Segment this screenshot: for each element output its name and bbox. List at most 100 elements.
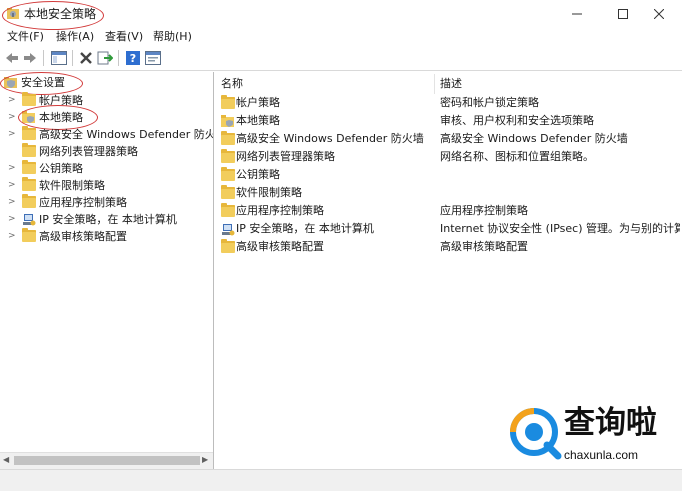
row-name: 公钥策略 bbox=[236, 168, 280, 181]
list-row[interactable]: 网络列表管理器策略 网络名称、图标和位置组策略。 bbox=[216, 148, 682, 166]
expand-chevron-icon[interactable]: > bbox=[8, 194, 16, 211]
policy-folder-icon bbox=[221, 115, 235, 127]
list-row[interactable]: 软件限制策略 bbox=[216, 184, 682, 202]
tree-item-advanced-audit[interactable]: > 高级审核策略配置 bbox=[0, 228, 210, 245]
properties-icon bbox=[145, 51, 161, 65]
row-name: 帐户策略 bbox=[236, 96, 280, 109]
row-name: 软件限制策略 bbox=[236, 186, 302, 199]
column-header-name[interactable]: 名称 bbox=[221, 76, 243, 92]
row-name: 高级审核策略配置 bbox=[236, 240, 324, 253]
status-bar bbox=[0, 469, 682, 491]
title-bar: 本地安全策略 bbox=[0, 0, 682, 30]
list-row[interactable]: 本地策略 审核、用户权利和安全选项策略 bbox=[216, 112, 682, 130]
tree-item-label: 应用程序控制策略 bbox=[39, 196, 127, 209]
menu-view[interactable]: 查看(V) bbox=[105, 29, 143, 45]
scroll-right-arrow-icon[interactable]: ▶ bbox=[202, 455, 208, 464]
scroll-left-arrow-icon[interactable]: ◀ bbox=[3, 455, 9, 464]
help-icon: ? bbox=[126, 51, 140, 65]
toolbar-separator bbox=[118, 50, 119, 66]
show-hide-tree-icon bbox=[51, 51, 67, 65]
annotation-circle bbox=[2, 1, 104, 30]
folder-icon bbox=[22, 194, 36, 208]
close-button[interactable] bbox=[636, 0, 682, 28]
tree-item-network-list-manager[interactable]: 网络列表管理器策略 bbox=[0, 143, 210, 160]
row-description: 密码和帐户锁定策略 bbox=[440, 96, 539, 109]
tree-item-public-key[interactable]: > 公钥策略 bbox=[0, 160, 210, 177]
show-hide-tree-button[interactable] bbox=[50, 49, 68, 67]
back-button[interactable] bbox=[3, 49, 21, 67]
folder-icon bbox=[22, 92, 36, 106]
forward-arrow-icon bbox=[24, 53, 36, 63]
row-name: 网络列表管理器策略 bbox=[236, 150, 335, 163]
list-row[interactable]: 高级审核策略配置 高级审核策略配置 bbox=[216, 238, 682, 256]
toolbar-separator bbox=[72, 50, 73, 66]
tree-item-label: 软件限制策略 bbox=[39, 179, 105, 192]
help-button[interactable]: ? bbox=[124, 49, 142, 67]
list-row[interactable]: 帐户策略 密码和帐户锁定策略 bbox=[216, 94, 682, 112]
tree-item-label: IP 安全策略，在 本地计算机 bbox=[39, 213, 177, 226]
list-row[interactable]: 应用程序控制策略 应用程序控制策略 bbox=[216, 202, 682, 220]
folder-icon bbox=[22, 160, 36, 174]
watermark: 查询啦 chaxunla.com bbox=[508, 404, 678, 466]
scrollbar-thumb[interactable] bbox=[14, 456, 200, 465]
ip-security-icon bbox=[221, 223, 235, 236]
expand-chevron-icon[interactable]: > bbox=[8, 160, 16, 177]
delete-button[interactable] bbox=[77, 49, 95, 67]
menu-help[interactable]: 帮助(H) bbox=[153, 29, 192, 45]
expand-chevron-icon[interactable]: > bbox=[8, 228, 16, 245]
menu-action[interactable]: 操作(A) bbox=[56, 29, 94, 45]
list-row[interactable]: IP 安全策略，在 本地计算机 Internet 协议安全性 (IPsec) 管… bbox=[216, 220, 682, 238]
tree-item-label: 高级审核策略配置 bbox=[39, 230, 127, 243]
menu-bar: 文件(F) 操作(A) 查看(V) 帮助(H) bbox=[0, 28, 682, 46]
expand-chevron-icon[interactable]: > bbox=[8, 126, 16, 143]
expand-chevron-icon[interactable]: > bbox=[8, 92, 16, 109]
list-row[interactable]: 高级安全 Windows Defender 防火墙 高级安全 Windows D… bbox=[216, 130, 682, 148]
delete-icon bbox=[80, 52, 92, 64]
tree-item-account-policies[interactable]: > 帐户策略 bbox=[0, 92, 210, 109]
tree-item-firewall[interactable]: > 高级安全 Windows Defender 防火墙 bbox=[0, 126, 213, 143]
tree-item-app-control[interactable]: > 应用程序控制策略 bbox=[0, 194, 210, 211]
folder-icon bbox=[221, 95, 235, 109]
maximize-icon bbox=[618, 9, 628, 19]
folder-icon bbox=[221, 185, 235, 199]
close-icon bbox=[654, 9, 664, 19]
export-list-button[interactable] bbox=[96, 49, 114, 67]
expand-chevron-icon[interactable]: > bbox=[8, 109, 16, 126]
expand-chevron-icon[interactable]: > bbox=[8, 211, 16, 228]
column-divider[interactable] bbox=[434, 74, 435, 94]
column-header-description[interactable]: 描述 bbox=[440, 76, 462, 92]
folder-icon bbox=[22, 177, 36, 191]
row-description: 网络名称、图标和位置组策略。 bbox=[440, 150, 594, 163]
list-row[interactable]: 公钥策略 bbox=[216, 166, 682, 184]
row-description: 审核、用户权利和安全选项策略 bbox=[440, 114, 594, 127]
minimize-button[interactable] bbox=[554, 0, 600, 28]
row-description: Internet 协议安全性 (IPsec) 管理。为与别的计算机通讯... bbox=[440, 222, 680, 235]
svg-text:?: ? bbox=[130, 52, 136, 65]
folder-icon bbox=[22, 143, 36, 157]
folder-icon bbox=[221, 131, 235, 145]
back-arrow-icon bbox=[6, 53, 18, 63]
row-description: 高级审核策略配置 bbox=[440, 240, 528, 253]
tree-item-label: 公钥策略 bbox=[39, 162, 83, 175]
folder-icon bbox=[221, 239, 235, 253]
row-name: 本地策略 bbox=[236, 114, 280, 127]
tree-item-software-restriction[interactable]: > 软件限制策略 bbox=[0, 177, 210, 194]
properties-button[interactable] bbox=[144, 49, 162, 67]
expand-chevron-icon[interactable]: > bbox=[8, 177, 16, 194]
watermark-brand: 查询啦 bbox=[564, 405, 657, 441]
menu-file[interactable]: 文件(F) bbox=[7, 29, 44, 45]
toolbar-separator bbox=[43, 50, 44, 66]
tree-horizontal-scrollbar[interactable]: ◀ ▶ bbox=[0, 452, 213, 469]
forward-button[interactable] bbox=[21, 49, 39, 67]
row-description: 高级安全 Windows Defender 防火墙 bbox=[440, 132, 628, 145]
ip-security-icon bbox=[22, 213, 36, 226]
minimize-icon bbox=[572, 13, 582, 15]
folder-icon bbox=[221, 149, 235, 163]
tree-item-label: 高级安全 Windows Defender 防火墙 bbox=[39, 128, 214, 141]
row-name: IP 安全策略，在 本地计算机 bbox=[236, 222, 374, 235]
row-name: 应用程序控制策略 bbox=[236, 204, 324, 217]
tree-item-ip-security[interactable]: > IP 安全策略，在 本地计算机 bbox=[0, 211, 210, 228]
folder-icon bbox=[221, 203, 235, 217]
watermark-logo-icon bbox=[510, 408, 562, 460]
folder-icon bbox=[22, 126, 36, 140]
